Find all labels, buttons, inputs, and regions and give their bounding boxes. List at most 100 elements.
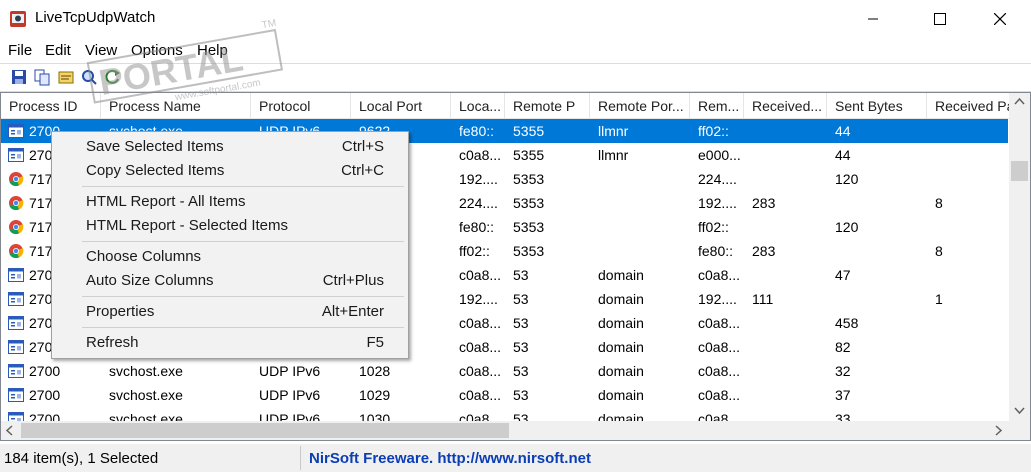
cell-sent-bytes: 120 bbox=[835, 219, 859, 235]
cell-received-bytes bbox=[744, 215, 827, 239]
cell-remote-port-name bbox=[590, 191, 690, 215]
context-item-shortcut: F5 bbox=[366, 334, 384, 351]
context-item-save-selected-items[interactable]: Save Selected Items Ctrl+S bbox=[52, 135, 406, 159]
column-remote-port[interactable]: Remote P bbox=[505, 93, 590, 118]
cell-local-address: fe80:: bbox=[459, 123, 495, 139]
cell-local-port: 1028 bbox=[359, 363, 391, 379]
context-item-refresh[interactable]: Refresh F5 bbox=[52, 331, 406, 355]
cell-received-packets bbox=[927, 383, 1008, 407]
context-item-properties[interactable]: Properties Alt+Enter bbox=[52, 300, 406, 324]
status-item-count: 184 item(s), 1 Selected bbox=[4, 450, 159, 467]
cell-remote-port-name: llmnr bbox=[598, 147, 629, 163]
cell-remote-address: c0a8... bbox=[698, 387, 741, 403]
cell-remote-port: 53 bbox=[513, 267, 529, 283]
cell-sent-bytes: 32 bbox=[835, 363, 851, 379]
cell-sent-bytes: 120 bbox=[835, 171, 859, 187]
cell-local-address: 192.... bbox=[459, 291, 498, 307]
context-item-label: Choose Columns bbox=[86, 248, 202, 265]
cell-remote-port: 53 bbox=[513, 291, 529, 307]
cell-sent-bytes: 44 bbox=[835, 147, 851, 163]
cell-sent-bytes bbox=[827, 287, 927, 311]
app-icon bbox=[10, 11, 26, 27]
cell-remote-address: c0a8... bbox=[698, 267, 741, 283]
cell-remote-port-name: llmnr bbox=[598, 123, 629, 139]
cell-received-packets: 1 bbox=[935, 291, 943, 307]
cell-remote-address: 224.... bbox=[698, 171, 737, 187]
context-item-choose-columns[interactable]: Choose Columns bbox=[52, 245, 406, 269]
column-process-id[interactable]: Process ID bbox=[1, 93, 101, 118]
cell-remote-port-name bbox=[590, 215, 690, 239]
vertical-scroll-thumb[interactable] bbox=[1011, 161, 1028, 181]
context-item-html-report-all-items[interactable]: HTML Report - All Items bbox=[52, 190, 406, 214]
cell-local-address: c0a8... bbox=[459, 147, 502, 163]
cell-received-bytes bbox=[744, 143, 827, 167]
cell-local-address: c0a8... bbox=[459, 387, 502, 403]
context-item-html-report-selected-items[interactable]: HTML Report - Selected Items bbox=[52, 214, 406, 238]
column-protocol[interactable]: Protocol bbox=[251, 93, 351, 118]
menu-options[interactable]: Options bbox=[131, 42, 183, 59]
column-local-address[interactable]: Loca... bbox=[451, 93, 505, 118]
cell-received-packets bbox=[927, 215, 1008, 239]
cell-received-packets bbox=[927, 263, 1008, 287]
vertical-scrollbar[interactable] bbox=[1009, 93, 1030, 421]
menu-file[interactable]: File bbox=[8, 42, 32, 59]
table-row[interactable]: 2700 svchost.exe UDP IPv6 1028 c0a8... 53 doma… bbox=[1, 359, 1008, 383]
menu-separator bbox=[82, 186, 404, 187]
cell-sent-bytes: 37 bbox=[835, 387, 851, 403]
cell-received-bytes bbox=[744, 263, 827, 287]
cell-remote-address: ff02:: bbox=[698, 219, 729, 235]
cell-received-packets: 8 bbox=[935, 243, 943, 259]
context-item-copy-selected-items[interactable]: Copy Selected Items Ctrl+C bbox=[52, 159, 406, 183]
column-sent-bytes[interactable]: Sent Bytes bbox=[827, 93, 927, 118]
find-icon[interactable] bbox=[80, 68, 98, 86]
minimize-icon bbox=[868, 18, 878, 20]
cell-received-packets bbox=[927, 335, 1008, 359]
cell-sent-bytes: 47 bbox=[835, 267, 851, 283]
cell-received-packets bbox=[927, 143, 1008, 167]
context-item-auto-size-columns[interactable]: Auto Size Columns Ctrl+Plus bbox=[52, 269, 406, 293]
column-remote-address[interactable]: Rem... bbox=[690, 93, 744, 118]
column-process-name[interactable]: Process Name bbox=[101, 93, 251, 118]
cell-remote-address: e000... bbox=[698, 147, 741, 163]
cell-received-packets bbox=[927, 119, 1008, 143]
cell-remote-port-name: domain bbox=[598, 363, 644, 379]
properties-icon[interactable] bbox=[57, 68, 75, 86]
close-icon bbox=[994, 13, 1006, 25]
horizontal-scrollbar[interactable] bbox=[1, 421, 1009, 440]
cell-remote-port: 5353 bbox=[513, 219, 545, 235]
table-row[interactable]: 2700 svchost.exe UDP IPv6 1029 c0a8... 53 doma… bbox=[1, 383, 1008, 407]
copy-icon[interactable] bbox=[33, 68, 51, 86]
scroll-right-icon[interactable] bbox=[989, 421, 1007, 440]
cell-remote-port-name: domain bbox=[598, 315, 644, 331]
save-icon[interactable] bbox=[10, 68, 28, 86]
refresh-icon[interactable] bbox=[103, 68, 121, 86]
column-received-packets[interactable]: Received Pa bbox=[927, 93, 1013, 118]
menu-edit[interactable]: Edit bbox=[45, 42, 71, 59]
cell-process-name: svchost.exe bbox=[109, 387, 183, 403]
cell-local-address: c0a8... bbox=[459, 267, 502, 283]
column-received-bytes[interactable]: Received... bbox=[744, 93, 827, 118]
cell-remote-port-name: domain bbox=[598, 291, 644, 307]
minimize-button[interactable] bbox=[850, 0, 896, 38]
horizontal-scroll-thumb[interactable] bbox=[21, 423, 509, 438]
cell-local-address: fe80:: bbox=[459, 219, 495, 235]
cell-remote-address: 192.... bbox=[698, 291, 737, 307]
menu-view[interactable]: View bbox=[85, 42, 117, 59]
context-item-label: HTML Report - All Items bbox=[86, 193, 246, 210]
scroll-corner bbox=[1009, 421, 1030, 440]
scroll-down-icon[interactable] bbox=[1009, 401, 1030, 419]
maximize-button[interactable] bbox=[917, 0, 963, 38]
context-item-label: Auto Size Columns bbox=[86, 272, 214, 289]
context-item-shortcut: Ctrl+C bbox=[341, 162, 384, 179]
scroll-up-icon[interactable] bbox=[1009, 93, 1030, 111]
nirsoft-link[interactable]: NirSoft Freeware. http://www.nirsoft.net bbox=[309, 450, 591, 467]
scroll-left-icon[interactable] bbox=[1, 421, 19, 440]
column-remote-port-name[interactable]: Remote Por... bbox=[590, 93, 690, 118]
column-local-port[interactable]: Local Port bbox=[351, 93, 451, 118]
close-button[interactable] bbox=[977, 0, 1023, 38]
cell-received-bytes bbox=[744, 383, 827, 407]
context-item-label: HTML Report - Selected Items bbox=[86, 217, 289, 234]
context-menu: Save Selected Items Ctrl+S Copy Selected I… bbox=[51, 131, 409, 359]
menu-help[interactable]: Help bbox=[197, 42, 228, 59]
cell-protocol: UDP IPv6 bbox=[259, 363, 321, 379]
